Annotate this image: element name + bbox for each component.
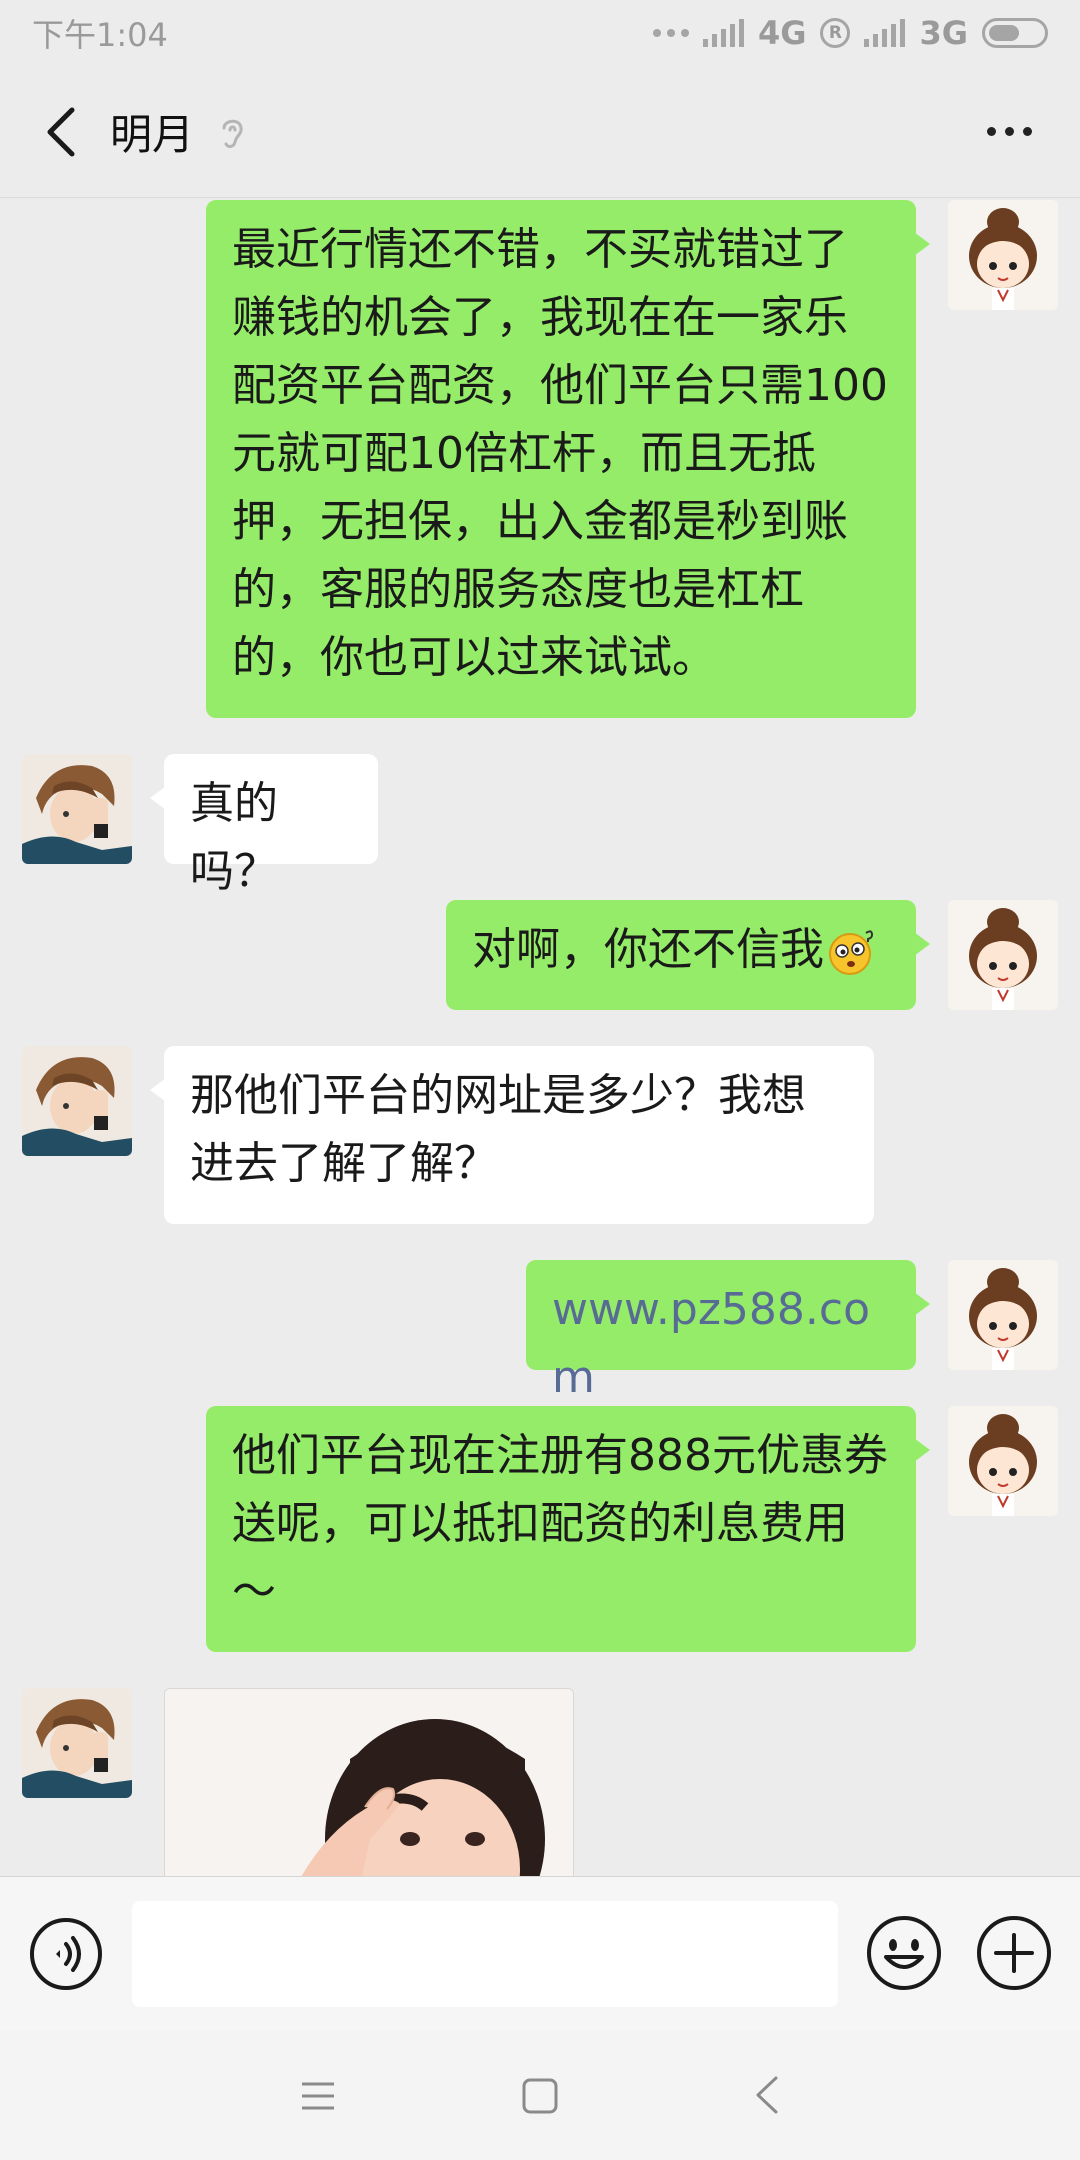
input-bar (0, 1876, 1080, 2030)
chat-header: 明月 (0, 66, 1080, 198)
self-avatar[interactable] (948, 1260, 1058, 1370)
status-bar: 下午1:04 4G R 3G (0, 0, 1080, 66)
message-text: 对啊，你还不信我 (472, 924, 824, 975)
system-back-icon[interactable] (746, 2072, 790, 2118)
recent-apps-icon[interactable] (296, 2074, 340, 2118)
back-button[interactable] (22, 92, 102, 172)
self-avatar[interactable] (948, 200, 1058, 310)
child-photo-image (165, 1689, 573, 1876)
more-dots-icon (986, 126, 996, 136)
surprised-emoji-icon (829, 930, 874, 975)
message-bubble[interactable]: 对啊，你还不信我 (446, 900, 930, 1010)
status-time: 下午1:04 (32, 16, 168, 54)
contact-avatar[interactable] (22, 1688, 132, 1798)
roaming-icon: R (820, 18, 851, 48)
message-bubble[interactable]: 他们平台现在注册有888元优惠券送呢，可以抵扣配资的利息费用～ (206, 1406, 930, 1652)
message-input[interactable] (132, 1901, 838, 2007)
message-bubble[interactable]: 最近行情还不错，不买就错过了赚钱的机会了，我现在在一家乐配资平台配资，他们平台只… (206, 200, 930, 718)
boy-avatar-icon (22, 1046, 132, 1156)
boy-avatar-icon (22, 1688, 132, 1798)
chat-screen: 下午1:04 4G R 3G 明月 最近行情还不错，不买就错过了赚钱的机会了，我… (0, 0, 1080, 2160)
voice-icon[interactable] (28, 1916, 104, 1992)
message-list[interactable]: 最近行情还不错，不买就错过了赚钱的机会了，我现在在一家乐配资平台配资，他们平台只… (0, 198, 1080, 1876)
girl-avatar-icon (948, 1406, 1058, 1516)
image-message[interactable] (164, 1688, 574, 1876)
signal-icon-2 (864, 19, 906, 47)
message-bubble[interactable]: 真的吗？ (150, 754, 378, 897)
girl-avatar-icon (948, 1260, 1058, 1370)
earpiece-icon (222, 119, 243, 148)
link-message-bubble[interactable]: www.pz588.com (526, 1260, 930, 1403)
chat-title: 明月 (110, 110, 195, 159)
network-type-1: 4G (757, 14, 807, 52)
contact-avatar[interactable] (22, 1046, 132, 1156)
network-type-2: 3G (919, 14, 968, 52)
battery-icon (982, 18, 1048, 48)
smiley-icon[interactable] (864, 1913, 944, 1993)
home-icon[interactable] (518, 2074, 562, 2118)
boy-avatar-icon (22, 754, 132, 864)
contact-avatar[interactable] (22, 754, 132, 864)
girl-avatar-icon (948, 900, 1058, 1010)
girl-avatar-icon (948, 200, 1058, 310)
status-icons: 4G R 3G (652, 14, 1048, 52)
chevron-left-icon (47, 107, 75, 156)
self-avatar[interactable] (948, 1406, 1058, 1516)
more-notifications-icon (652, 29, 689, 37)
message-bubble[interactable]: 那他们平台的网址是多少？我想进去了解了解？ (150, 1046, 874, 1224)
signal-icon-1 (702, 19, 744, 47)
self-avatar[interactable] (948, 900, 1058, 1010)
more-options-button[interactable] (974, 96, 1044, 166)
system-nav-bar (0, 2030, 1080, 2160)
plus-icon[interactable] (974, 1913, 1054, 1993)
